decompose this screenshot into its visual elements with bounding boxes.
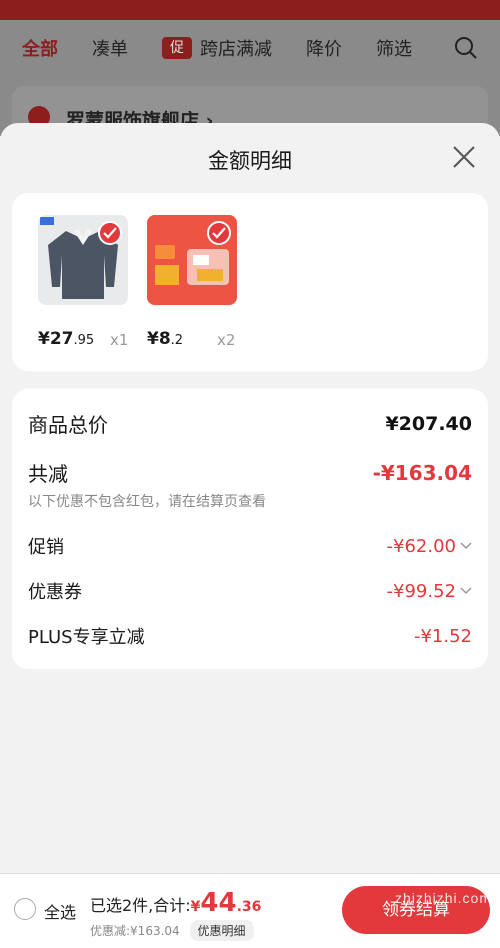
- tab-all[interactable]: 全部: [22, 35, 58, 61]
- select-all-label[interactable]: 全选: [44, 899, 76, 923]
- chevron-down-icon: [460, 542, 472, 550]
- total-price-row: 商品总价 ¥207.40: [28, 409, 472, 438]
- check-icon: [207, 221, 231, 245]
- amount-detail-card: 商品总价 ¥207.40 共减 -¥163.04 以下优惠不包含红包，请在结算页…: [12, 389, 488, 669]
- sheet-title: 金额明细: [208, 149, 292, 173]
- discount-detail-button[interactable]: 优惠明细: [189, 920, 254, 941]
- promo-row[interactable]: 促销 -¥62.00: [28, 533, 472, 559]
- status-bar: [0, 0, 500, 20]
- total-amount-dec: .36: [236, 899, 262, 915]
- chevron-down-icon: [460, 587, 472, 595]
- summary-total: 已选2件,合计:¥44.36: [90, 888, 261, 918]
- search-icon[interactable]: [454, 36, 478, 60]
- select-all-radio[interactable]: [14, 898, 36, 920]
- discount-text: 优惠减:¥163.04: [90, 924, 180, 938]
- promo-value: -¥62.00: [387, 536, 472, 557]
- tab-cross-store[interactable]: 促 跨店满减: [162, 35, 272, 61]
- close-icon[interactable]: [452, 145, 476, 169]
- product-item[interactable]: ¥27.95 x1: [38, 215, 128, 349]
- plus-discount-row: PLUS专享立减 -¥1.52: [28, 623, 472, 649]
- promo-label: 促销: [28, 537, 64, 558]
- plus-discount-value: -¥1.52: [413, 625, 472, 647]
- discount-line: 优惠减:¥163.04 优惠明细: [90, 920, 254, 941]
- coupon-row[interactable]: 优惠券 -¥99.52: [28, 578, 472, 604]
- total-price-value: ¥207.40: [385, 412, 472, 435]
- plus-discount-label: PLUS专享立减: [28, 627, 145, 648]
- product-quantity: x2: [217, 331, 236, 349]
- product-price: ¥8.2: [147, 329, 184, 349]
- watermark: zhizhizhi.com: [394, 890, 492, 906]
- total-price-label: 商品总价: [28, 413, 108, 437]
- tab-price-drop[interactable]: 降价: [306, 35, 342, 61]
- discount-note: 以下优惠不包含红包，请在结算页查看: [28, 494, 266, 510]
- total-reduce-label: 共减: [28, 462, 68, 486]
- check-icon: [98, 221, 122, 245]
- product-thumbnail-snack: [147, 215, 237, 305]
- coupon-label: 优惠券: [28, 582, 82, 603]
- tab-bundle[interactable]: 凑单: [92, 35, 128, 61]
- promo-badge: 促: [162, 37, 192, 59]
- selected-count-text: 已选2件,合计:: [90, 896, 191, 915]
- product-item[interactable]: ¥8.2 x2: [147, 215, 237, 349]
- coupon-value: -¥99.52: [387, 581, 472, 602]
- total-reduce-value: -¥163.04: [372, 460, 472, 485]
- amount-detail-sheet: 金额明细 ¥27.95 x1 ¥8.2 x2 商品总价 ¥207.40 共减 -…: [0, 123, 500, 873]
- product-price: ¥27.95: [38, 329, 95, 349]
- tab-filter[interactable]: 筛选: [376, 35, 412, 61]
- product-quantity: x1: [110, 331, 129, 349]
- total-amount-int: 44: [200, 888, 237, 918]
- checkout-bar: 全选 已选2件,合计:¥44.36 优惠减:¥163.04 优惠明细 领券结算: [0, 873, 500, 948]
- filter-tabs: 全部 凑单 促 跨店满减 降价 筛选: [0, 20, 500, 76]
- total-reduce-row: 共减 -¥163.04: [28, 458, 472, 487]
- tab-cross-store-label: 跨店满减: [200, 39, 272, 60]
- product-thumbnail-sweater: [38, 215, 128, 305]
- products-card: ¥27.95 x1 ¥8.2 x2: [12, 193, 488, 371]
- currency-symbol: ¥: [190, 899, 201, 915]
